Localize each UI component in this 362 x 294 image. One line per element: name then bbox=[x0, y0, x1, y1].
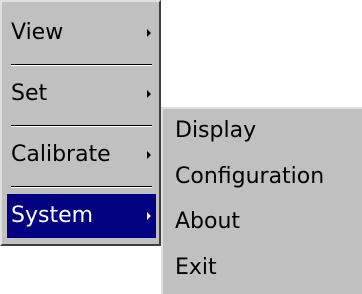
menu-item-label: View bbox=[11, 20, 64, 45]
menu-separator bbox=[11, 186, 152, 188]
submenu-arrow-icon bbox=[147, 29, 151, 37]
submenu-item-display[interactable]: Display bbox=[175, 109, 360, 153]
main-menu: View Set Calibrate System bbox=[0, 0, 161, 246]
menu-item-set[interactable]: Set bbox=[7, 72, 156, 116]
submenu-arrow-icon bbox=[147, 151, 151, 159]
menu-item-system[interactable]: System bbox=[7, 194, 156, 238]
menu-item-calibrate[interactable]: Calibrate bbox=[7, 133, 156, 177]
menu-separator bbox=[11, 125, 152, 127]
menu-item-label: Calibrate bbox=[11, 142, 111, 167]
menu-item-view[interactable]: View bbox=[7, 11, 156, 55]
menu-item-label: System bbox=[11, 203, 94, 228]
menu-separator bbox=[11, 64, 152, 66]
menu-item-label: Set bbox=[11, 81, 48, 106]
submenu-item-exit[interactable]: Exit bbox=[175, 246, 360, 290]
submenu-item-configuration[interactable]: Configuration bbox=[175, 155, 360, 199]
system-submenu: Display Configuration About Exit bbox=[161, 107, 362, 294]
submenu-arrow-icon bbox=[147, 212, 151, 220]
menu-stage: View Set Calibrate System Display Config… bbox=[0, 0, 362, 294]
submenu-arrow-icon bbox=[147, 90, 151, 98]
submenu-item-about[interactable]: About bbox=[175, 200, 360, 244]
